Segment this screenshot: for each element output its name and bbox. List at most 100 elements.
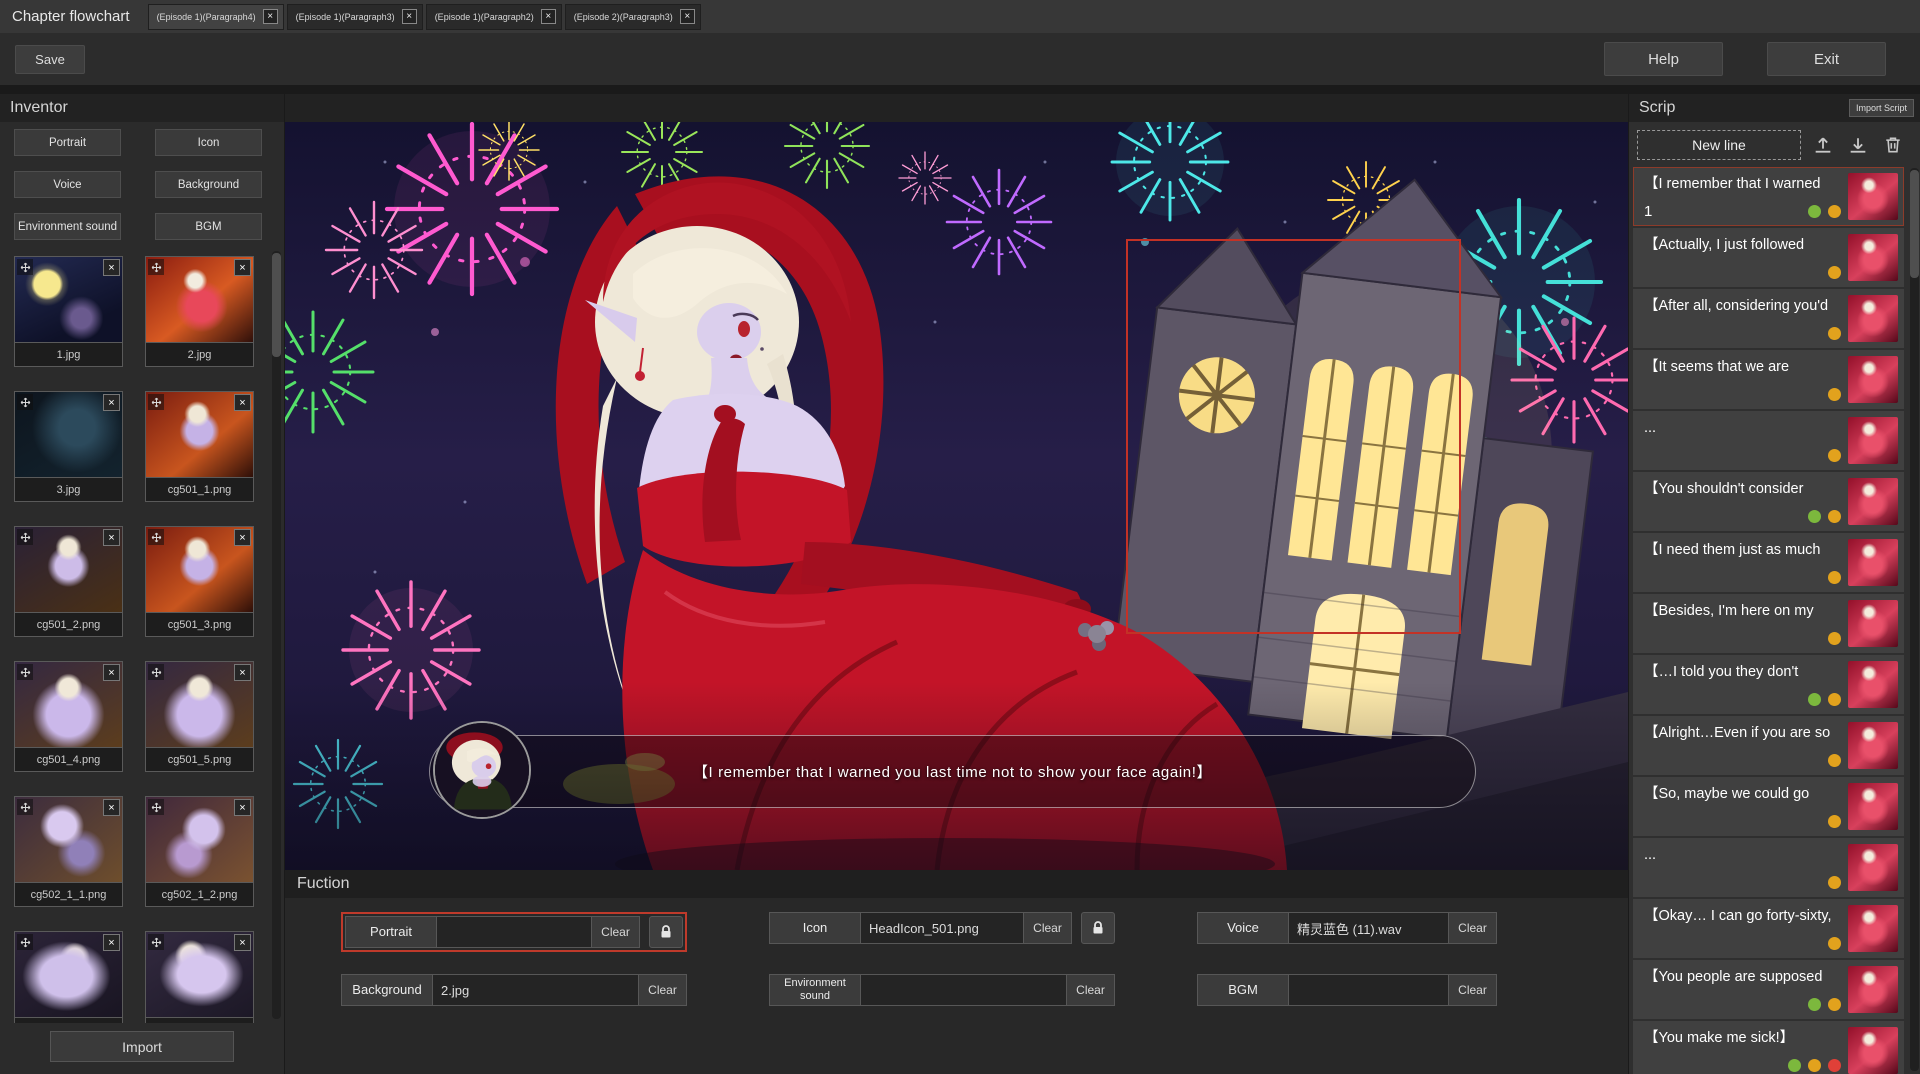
voice-label-button[interactable]: Voice — [1197, 912, 1289, 944]
inventor-scrollbar[interactable] — [272, 251, 281, 1019]
portrait-value-input[interactable] — [437, 916, 592, 948]
thumb-image[interactable]: × — [14, 526, 123, 613]
thumb-image[interactable]: × — [14, 931, 123, 1018]
voice-clear-button[interactable]: Clear — [1449, 912, 1497, 944]
thumb-image[interactable]: × — [145, 661, 254, 748]
script-line[interactable]: ... — [1633, 411, 1904, 470]
environment-sound-value-input[interactable] — [861, 974, 1067, 1006]
portrait-lock-button[interactable] — [649, 916, 683, 948]
inventory-item[interactable]: × cg501_4.png — [14, 661, 123, 772]
background-value-input[interactable]: 2.jpg — [433, 974, 639, 1006]
inventory-item[interactable]: × cg501_2.png — [14, 526, 123, 637]
thumb-close-button[interactable]: × — [103, 799, 120, 816]
tab[interactable]: (Episode 2)(Paragraph3) × — [565, 4, 701, 30]
thumb-image[interactable]: × — [145, 931, 254, 1018]
script-line[interactable]: 【…I told you they don't — [1633, 655, 1904, 714]
tab-close-button[interactable]: × — [680, 9, 695, 24]
script-line[interactable]: 【I remember that I warned 1 — [1633, 167, 1904, 226]
new-line-button[interactable]: New line — [1637, 130, 1801, 160]
thumb-close-button[interactable]: × — [103, 259, 120, 276]
script-scrollbar-thumb[interactable] — [1910, 170, 1919, 278]
thumb-close-button[interactable]: × — [234, 799, 251, 816]
inventory-item[interactable]: × 3.jpg — [14, 391, 123, 502]
thumb-close-button[interactable]: × — [103, 529, 120, 546]
category-button-icon[interactable]: Icon — [155, 129, 262, 156]
help-button[interactable]: Help — [1604, 42, 1723, 76]
category-button-background[interactable]: Background — [155, 171, 262, 198]
script-line[interactable]: ... — [1633, 838, 1904, 897]
insert-line-button[interactable] — [1845, 132, 1871, 158]
icon-lock-button[interactable] — [1081, 912, 1115, 944]
script-line[interactable]: 【You people are supposed — [1633, 960, 1904, 1019]
portrait-clear-button[interactable]: Clear — [592, 916, 640, 948]
bgm-clear-button[interactable]: Clear — [1449, 974, 1497, 1006]
dialog-box[interactable]: 【I remember that I warned you last time … — [429, 735, 1476, 808]
import-script-button[interactable]: Import Script — [1849, 99, 1914, 117]
category-button-environment-sound[interactable]: Environment sound — [14, 213, 121, 240]
script-line[interactable]: 【After all, considering you'd — [1633, 289, 1904, 348]
exit-button[interactable]: Exit — [1767, 42, 1886, 76]
inventory-item[interactable]: × 1.jpg — [14, 256, 123, 367]
category-button-bgm[interactable]: BGM — [155, 213, 262, 240]
dialog-avatar[interactable] — [433, 721, 531, 819]
script-line[interactable]: 【Actually, I just followed — [1633, 228, 1904, 287]
background-clear-button[interactable]: Clear — [639, 974, 687, 1006]
thumb-close-button[interactable]: × — [103, 934, 120, 951]
script-line[interactable]: 【You shouldn't consider — [1633, 472, 1904, 531]
inventory-item[interactable]: × cg501_5.png — [145, 661, 254, 772]
bgm-label-button[interactable]: BGM — [1197, 974, 1289, 1006]
save-button[interactable]: Save — [15, 45, 85, 74]
thumb-image[interactable]: × — [14, 796, 123, 883]
voice-value-input[interactable]: 精灵蓝色 (11).wav — [1289, 912, 1449, 944]
tab[interactable]: (Episode 1)(Paragraph3) × — [287, 4, 423, 30]
export-lines-button[interactable] — [1810, 132, 1836, 158]
script-line[interactable]: 【It seems that we are — [1633, 350, 1904, 409]
thumb-image[interactable]: × — [145, 256, 254, 343]
inventory-item[interactable]: × cg501_1.png — [145, 391, 254, 502]
inventory-item[interactable]: × — [14, 931, 123, 1023]
thumb-image[interactable]: × — [145, 391, 254, 478]
portrait-label-button[interactable]: Portrait — [345, 916, 437, 948]
thumb-close-button[interactable]: × — [103, 664, 120, 681]
icon-label-button[interactable]: Icon — [769, 912, 861, 944]
import-button[interactable]: Import — [50, 1031, 234, 1062]
icon-clear-button[interactable]: Clear — [1024, 912, 1072, 944]
category-button-portrait[interactable]: Portrait — [14, 129, 121, 156]
tab-close-button[interactable]: × — [263, 9, 278, 24]
thumb-image[interactable]: × — [14, 661, 123, 748]
script-line[interactable]: 【Okay… I can go forty-sixty, — [1633, 899, 1904, 958]
script-line[interactable]: 【Alright…Even if you are so — [1633, 716, 1904, 775]
thumb-close-button[interactable]: × — [234, 529, 251, 546]
script-scrollbar[interactable] — [1910, 168, 1919, 1071]
inventor-scrollbar-thumb[interactable] — [272, 253, 281, 357]
thumb-close-button[interactable]: × — [103, 394, 120, 411]
inventory-item[interactable]: × cg501_3.png — [145, 526, 254, 637]
tab[interactable]: (Episode 1)(Paragraph2) × — [426, 4, 562, 30]
script-line[interactable]: 【So, maybe we could go — [1633, 777, 1904, 836]
script-line[interactable]: 【You make me sick!】 — [1633, 1021, 1904, 1074]
thumb-image[interactable]: × — [145, 526, 254, 613]
category-button-voice[interactable]: Voice — [14, 171, 121, 198]
thumb-image[interactable]: × — [145, 796, 254, 883]
icon-value-input[interactable]: HeadIcon_501.png — [861, 912, 1024, 944]
delete-line-button[interactable] — [1880, 132, 1906, 158]
environment-sound-clear-button[interactable]: Clear — [1067, 974, 1115, 1006]
inventory-item[interactable]: × 2.jpg — [145, 256, 254, 367]
thumb-image[interactable]: × — [14, 256, 123, 343]
environment-sound-label-button[interactable]: Environment sound — [769, 974, 861, 1006]
inventory-item[interactable]: × — [145, 931, 254, 1023]
inventory-item[interactable]: × cg502_1_2.png — [145, 796, 254, 907]
tab-close-button[interactable]: × — [402, 9, 417, 24]
inventory-item[interactable]: × cg502_1_1.png — [14, 796, 123, 907]
script-line[interactable]: 【I need them just as much — [1633, 533, 1904, 592]
thumb-close-button[interactable]: × — [234, 934, 251, 951]
script-line[interactable]: 【Besides, I'm here on my — [1633, 594, 1904, 653]
stage-canvas[interactable]: 【I remember that I warned you last time … — [285, 122, 1628, 870]
thumb-close-button[interactable]: × — [234, 394, 251, 411]
background-label-button[interactable]: Background — [341, 974, 433, 1006]
tab[interactable]: (Episode 1)(Paragraph4) × — [148, 4, 284, 30]
bgm-value-input[interactable] — [1289, 974, 1449, 1006]
tab-close-button[interactable]: × — [541, 9, 556, 24]
thumb-image[interactable]: × — [14, 391, 123, 478]
thumb-close-button[interactable]: × — [234, 664, 251, 681]
